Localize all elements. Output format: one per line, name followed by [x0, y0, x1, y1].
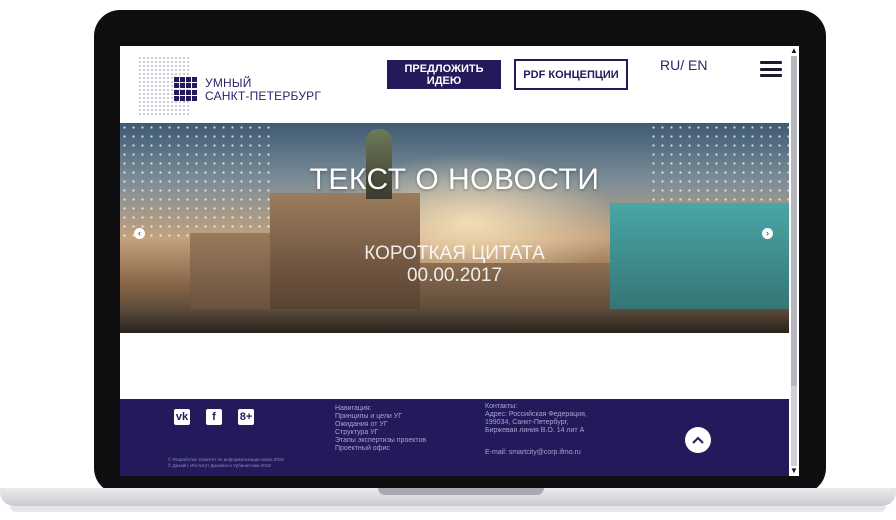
suggest-idea-label-2: ИДЕЮ: [426, 74, 462, 87]
contact-email[interactable]: E-mail: smartcity@corp.ifmo.ru: [485, 449, 581, 456]
scrollbar[interactable]: ▲ ▼: [789, 46, 799, 476]
hero-slider: ТЕКСТ О НОВОСТИ КОРОТКАЯ ЦИТАТА 00.00.20…: [120, 123, 789, 333]
footer-nav-item[interactable]: Принципы и цели УГ: [335, 413, 426, 421]
pdf-concept-button[interactable]: PDF КОНЦЕПЦИИ: [514, 59, 628, 90]
footer-nav-item[interactable]: Структура УГ: [335, 429, 426, 437]
logo-text[interactable]: УМНЫЙ САНКТ-ПЕТЕРБУРГ: [205, 77, 321, 103]
hamburger-icon[interactable]: [760, 61, 782, 77]
arrow-up-icon: [692, 436, 704, 444]
copyright: © Разработка: Комитет по информатизации …: [168, 457, 284, 469]
logo-line-2: САНКТ-ПЕТЕРБУРГ: [205, 89, 322, 103]
logo-icon[interactable]: [174, 77, 198, 101]
browser-viewport: УМНЫЙ САНКТ-ПЕТЕРБУРГ ПРЕДЛОЖИТЬ ИДЕЮ PD…: [120, 46, 789, 476]
scroll-to-top-button[interactable]: [685, 427, 711, 453]
language-switch[interactable]: RU/ EN: [660, 57, 707, 73]
footer-nav-item[interactable]: Этапы экспертизы проектов: [335, 437, 426, 445]
contacts-line: 199034, Санкт-Петербург,: [485, 419, 569, 426]
contacts-line: Адрес: Российская Федерация,: [485, 411, 587, 418]
google-plus-icon[interactable]: 8+: [238, 409, 254, 425]
footer-nav-title: Навигация:: [335, 405, 372, 412]
scroll-thumb[interactable]: [791, 56, 797, 386]
hero-street: [120, 309, 789, 333]
hero-quote-block: КОРОТКАЯ ЦИТАТА 00.00.2017: [120, 243, 789, 287]
footer-nav-item[interactable]: Проектный офис: [335, 445, 426, 453]
footer-nav-item[interactable]: Ожидания от УГ: [335, 421, 426, 429]
laptop-shadow: [10, 506, 886, 512]
chevron-right-icon[interactable]: ›: [762, 228, 773, 239]
vk-icon[interactable]: vk: [174, 409, 190, 425]
hero-quote: КОРОТКАЯ ЦИТАТА: [364, 243, 545, 264]
copyright-line-2: © Дизайн: Институт Дизайна и Урбанистики…: [168, 463, 271, 468]
hero-title: ТЕКСТ О НОВОСТИ: [309, 163, 600, 196]
hero-date: 00.00.2017: [406, 265, 503, 286]
footer-contacts: Контакты: Адрес: Российская Федерация, 1…: [485, 403, 587, 435]
scroll-up-arrow-icon[interactable]: ▲: [790, 46, 798, 55]
chevron-left-icon[interactable]: ‹: [134, 228, 145, 239]
scroll-down-arrow-icon[interactable]: ▼: [790, 466, 798, 475]
contacts-line: Биржевая линия В.О. 14 лит А: [485, 427, 585, 434]
footer-navigation: Навигация: Принципы и цели УГ Ожидания о…: [335, 405, 426, 453]
laptop-notch: [378, 488, 544, 495]
site-header: УМНЫЙ САНКТ-ПЕТЕРБУРГ ПРЕДЛОЖИТЬ ИДЕЮ PD…: [120, 46, 789, 123]
facebook-icon[interactable]: f: [206, 409, 222, 425]
suggest-idea-button[interactable]: ПРЕДЛОЖИТЬ ИДЕЮ: [387, 60, 501, 89]
site-footer: vk f 8+ © Разработка: Комитет по информа…: [120, 399, 789, 476]
suggest-idea-label-1: ПРЕДЛОЖИТЬ: [404, 62, 484, 75]
contacts-title: Контакты:: [485, 403, 518, 410]
